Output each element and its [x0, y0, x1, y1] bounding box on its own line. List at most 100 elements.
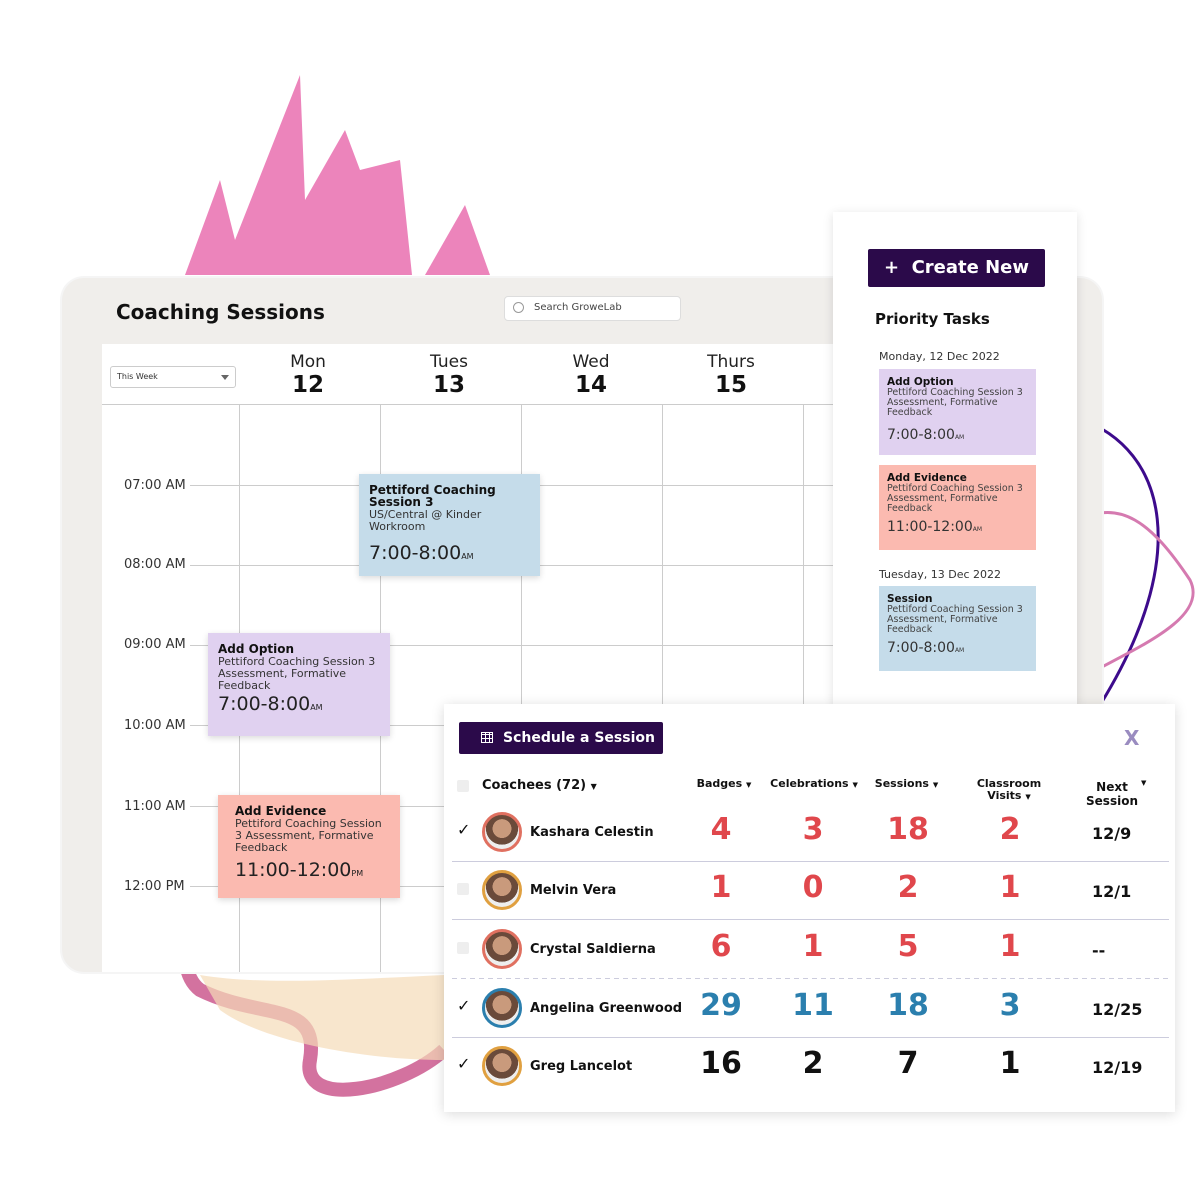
classroom-visits-value: 2: [999, 812, 1021, 847]
coachee-row[interactable]: ✓ Greg Lancelot 16 2 7 1 12/19: [452, 1038, 1169, 1096]
sessions-value: 18: [887, 812, 929, 847]
coachee-name[interactable]: Crystal Saldierna: [530, 942, 656, 957]
task-card[interactable]: Add Option Pettiford Coaching Session 3 A…: [879, 369, 1036, 455]
event-body: Pettiford Coaching Session 3 Assessment,…: [235, 817, 382, 854]
schedule-session-label: Schedule a Session: [503, 730, 655, 746]
day-header-tue[interactable]: Tues 13: [394, 352, 504, 398]
sessions-value: 2: [897, 870, 919, 905]
row-divider: [452, 978, 1169, 979]
coachee-name[interactable]: Kashara Celestin: [530, 825, 654, 840]
day-header-mon[interactable]: Mon 12: [253, 352, 363, 398]
create-new-button[interactable]: + Create New: [868, 249, 1045, 287]
search-placeholder: Search GroweLab: [534, 302, 622, 313]
day-name: Tues: [430, 352, 468, 372]
row-divider: [452, 919, 1169, 920]
time-label: 10:00 AM: [124, 718, 186, 733]
coachees-header[interactable]: Coachees (72) ▼: [482, 778, 597, 793]
day-header-thu[interactable]: Thurs 15: [676, 352, 786, 398]
priority-tasks-title: Priority Tasks: [875, 310, 990, 328]
classroom-visits-value: 1: [999, 870, 1021, 905]
time-label: 08:00 AM: [124, 557, 186, 572]
celebrations-value: 11: [792, 988, 834, 1023]
classroom-visits-header[interactable]: Classroom Visits ▼: [969, 778, 1049, 803]
badges-value: 6: [710, 929, 732, 964]
time-label: 09:00 AM: [124, 637, 186, 652]
badges-value: 29: [700, 988, 742, 1023]
celebrations-header[interactable]: Celebrations ▼: [769, 778, 859, 791]
day-header-wed[interactable]: Wed 14: [536, 352, 646, 398]
task-body: Pettiford Coaching Session 3 Assessment,…: [887, 483, 1023, 514]
classroom-visits-label: Classroom Visits: [976, 777, 1042, 802]
badges-value: 4: [710, 812, 732, 847]
celebrations-value: 3: [802, 812, 824, 847]
task-time: 7:00-8:00: [887, 427, 955, 443]
caret-down-icon: ▼: [746, 781, 752, 789]
search-input[interactable]: Search GroweLab: [504, 296, 681, 321]
sessions-value: 5: [897, 929, 919, 964]
task-ampm: AM: [954, 434, 965, 441]
schedule-session-panel: Schedule a Session X Coachees (72) ▼ Bad…: [444, 704, 1175, 1112]
calendar-icon: [481, 732, 493, 743]
row-checkbox[interactable]: [457, 883, 469, 895]
event-body: US/Central @ Kinder Workroom: [369, 508, 482, 533]
caret-down-icon: ▼: [590, 782, 597, 791]
caret-down-icon[interactable]: ▼: [1141, 779, 1146, 787]
sessions-value: 18: [887, 988, 929, 1023]
event-time: 7:00-8:00: [369, 542, 462, 564]
badges-header[interactable]: Badges ▼: [689, 778, 759, 791]
row-checkbox[interactable]: [457, 942, 469, 954]
task-card[interactable]: Add Evidence Pettiford Coaching Session 3…: [879, 465, 1036, 550]
range-select-value: This Week: [117, 372, 158, 381]
event-title: Add Evidence: [235, 804, 327, 818]
close-button[interactable]: X: [1124, 726, 1139, 750]
page-title: Coaching Sessions: [116, 300, 325, 324]
avatar: [482, 812, 522, 852]
day-date: 15: [714, 372, 747, 398]
time-label: 12:00 PM: [124, 879, 185, 894]
check-icon[interactable]: ✓: [457, 820, 470, 839]
schedule-session-button[interactable]: Schedule a Session: [459, 722, 663, 754]
check-icon[interactable]: ✓: [457, 996, 470, 1015]
classroom-visits-value: 1: [999, 1046, 1021, 1081]
task-card[interactable]: Session Pettiford Coaching Session 3 Asse…: [879, 586, 1036, 671]
task-ampm: AM: [954, 647, 965, 654]
coachee-row[interactable]: Melvin Vera 1 0 2 1 12/1: [452, 862, 1169, 920]
check-icon[interactable]: ✓: [457, 1054, 470, 1073]
range-select[interactable]: This Week: [110, 366, 236, 388]
event-ampm: AM: [461, 552, 474, 561]
celebrations-label: Celebrations: [770, 777, 849, 790]
coachee-name[interactable]: Angelina Greenwood: [530, 1001, 682, 1016]
classroom-visits-value: 3: [999, 988, 1021, 1023]
coachee-row[interactable]: Crystal Saldierna 6 1 5 1 --: [452, 921, 1169, 979]
day-date: 12: [291, 372, 324, 398]
event-title: Pettiford Coaching Session 3: [369, 483, 496, 509]
task-time: 11:00-12:00: [887, 519, 973, 535]
event-ampm: PM: [351, 869, 364, 878]
coachee-name[interactable]: Melvin Vera: [530, 883, 616, 898]
badges-value: 1: [710, 870, 732, 905]
task-title: Add Evidence: [887, 472, 967, 484]
coachee-row[interactable]: ✓ Angelina Greenwood 29 11 18 3 12/25: [452, 980, 1169, 1038]
day-date: 14: [574, 372, 607, 398]
event-time: 11:00-12:00: [235, 859, 352, 881]
coachees-label: Coachees (72): [482, 778, 587, 793]
avatar: [482, 929, 522, 969]
sessions-value: 7: [897, 1046, 919, 1081]
day-date: 13: [432, 372, 465, 398]
calendar-event[interactable]: Add Option Pettiford Coaching Session 3 A…: [208, 633, 390, 736]
caret-down-icon: ▼: [852, 781, 858, 789]
day-name: Thurs: [707, 352, 755, 372]
coachee-name[interactable]: Greg Lancelot: [530, 1059, 632, 1074]
caret-down-icon: ▼: [1025, 793, 1031, 801]
avatar: [482, 988, 522, 1028]
task-time: 7:00-8:00: [887, 640, 955, 656]
plus-icon: +: [883, 257, 912, 278]
calendar-event[interactable]: Add Evidence Pettiford Coaching Session 3…: [218, 795, 400, 898]
header-divider: [102, 404, 833, 405]
select-all-checkbox[interactable]: [457, 780, 469, 792]
sessions-header[interactable]: Sessions ▼: [869, 778, 944, 791]
coachee-row[interactable]: ✓ Kashara Celestin 4 3 18 2 12/9: [452, 804, 1169, 862]
calendar-event[interactable]: Pettiford Coaching Session 3 US/Central @…: [359, 474, 540, 576]
search-icon: [513, 302, 524, 313]
caret-down-icon: ▼: [932, 781, 939, 789]
